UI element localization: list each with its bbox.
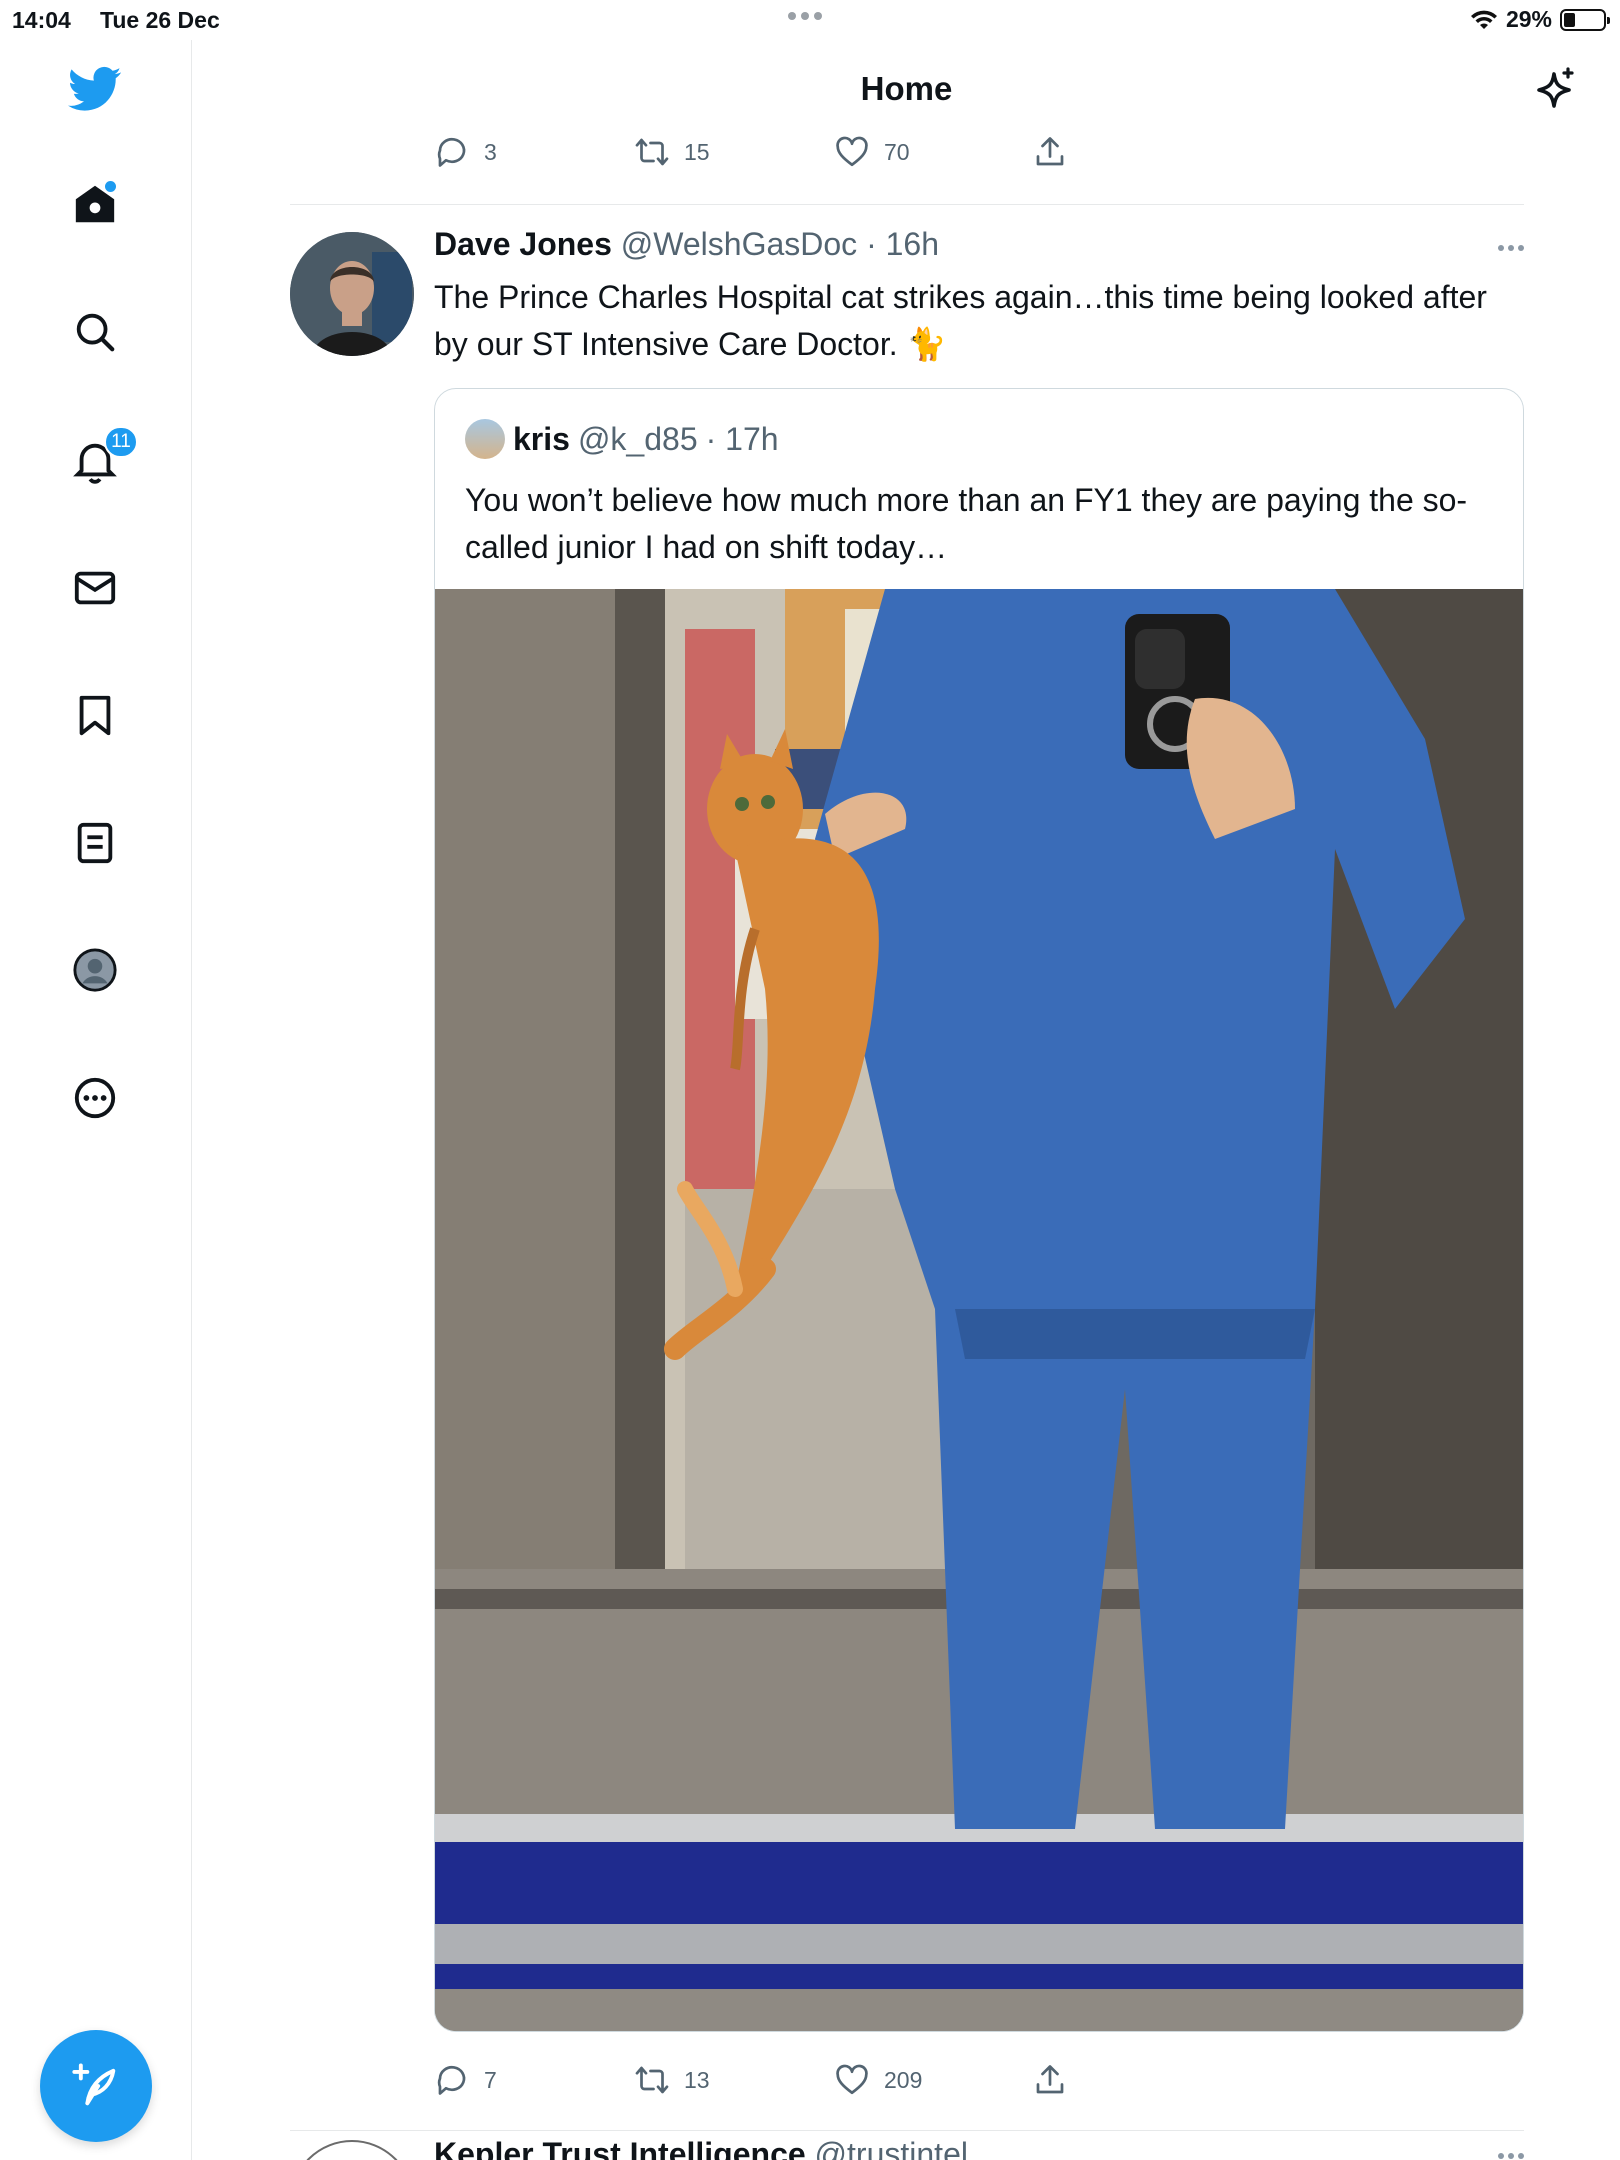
quoted-author-name: kris — [513, 420, 570, 457]
like-count: 209 — [884, 2066, 923, 2093]
sidebar-item-notifications[interactable]: 11 — [66, 426, 138, 490]
retweet-icon — [635, 2066, 669, 2094]
clock: 14:04 — [12, 7, 71, 33]
heart-icon — [836, 136, 868, 167]
tweet-photo[interactable] — [435, 589, 1523, 2031]
sidebar-item-profile[interactable] — [66, 941, 124, 999]
tweet-divider — [290, 204, 1524, 205]
tweet-header: Dave Jones @WelshGasDoc · 16h — [434, 226, 939, 263]
previous-tweet-actions: 3 15 70 — [434, 134, 1154, 178]
tweet-actions: 7 13 209 — [434, 2062, 1154, 2106]
share-button[interactable] — [1032, 134, 1068, 170]
sidebar-item-home[interactable] — [66, 175, 124, 233]
avatar[interactable] — [290, 232, 414, 356]
sparkle-icon[interactable] — [1524, 60, 1584, 120]
tweet-more-icon[interactable] — [1498, 245, 1524, 251]
author-handle[interactable]: @WelshGasDoc — [621, 226, 857, 262]
retweet-button[interactable]: 15 — [634, 134, 710, 170]
author-name[interactable]: Dave Jones — [434, 226, 612, 262]
search-icon — [76, 313, 115, 352]
compose-tweet-button[interactable] — [40, 2030, 152, 2142]
share-icon — [1036, 137, 1064, 166]
retweet-icon — [635, 138, 669, 166]
top-header: Home — [193, 40, 1620, 140]
date: Tue 26 Dec — [100, 7, 220, 33]
tweet-divider — [290, 2130, 1524, 2131]
like-button[interactable]: 209 — [834, 2062, 922, 2098]
wifi-icon — [1470, 10, 1497, 29]
quoted-tweet-time: · 17h — [705, 420, 779, 457]
reply-button[interactable]: 3 — [434, 134, 497, 170]
quoted-avatar — [465, 419, 505, 459]
mail-icon — [74, 571, 116, 605]
quoted-tweet-text: You won’t believe how much more than an … — [465, 482, 1468, 565]
retweet-count: 15 — [684, 138, 710, 165]
reply-count: 3 — [484, 138, 497, 165]
compose-feather-icon — [72, 2063, 116, 2106]
share-button[interactable] — [1032, 2062, 1068, 2098]
next-tweet-header: Kepler Trust Intelligence @trustintel — [434, 2136, 968, 2160]
share-icon — [1036, 2065, 1064, 2094]
notification-count-badge: 11 — [104, 426, 138, 458]
sidebar-item-bookmarks[interactable] — [66, 686, 124, 744]
page-title: Home — [860, 70, 953, 107]
heart-icon — [836, 2064, 868, 2095]
status-bar: 14:04 Tue 26 Dec 29% — [0, 0, 1620, 40]
sidebar-item-more[interactable] — [66, 1069, 124, 1127]
sidebar: 11 — [0, 40, 192, 2160]
battery-icon — [1560, 8, 1610, 31]
list-icon — [77, 822, 113, 864]
sidebar-item-lists[interactable] — [66, 814, 124, 872]
tweet-text: The Prince Charles Hospital cat strikes … — [434, 279, 1487, 362]
quoted-author-handle: @k_d85 — [577, 420, 698, 457]
next-author-handle[interactable]: @trustintel — [815, 2136, 968, 2160]
tweet-time[interactable]: · 16h — [866, 226, 939, 262]
more-circle-icon — [74, 1077, 116, 1119]
next-tweet-avatar[interactable] — [290, 2140, 414, 2160]
battery-percent: 29% — [1505, 6, 1552, 32]
avatar-icon — [73, 948, 117, 992]
multitasking-dots-icon[interactable] — [788, 12, 822, 20]
next-author-name[interactable]: Kepler Trust Intelligence — [434, 2136, 806, 2160]
reply-count: 7 — [484, 2066, 497, 2093]
bookmark-icon — [79, 695, 111, 736]
next-tweet-more-icon[interactable] — [1498, 2153, 1524, 2159]
quoted-tweet-header: kris @k_d85 · 17h — [465, 419, 779, 459]
reply-icon — [437, 2065, 466, 2095]
sidebar-item-messages[interactable] — [66, 559, 124, 617]
retweet-count: 13 — [684, 2066, 710, 2093]
quoted-tweet[interactable]: kris @k_d85 · 17h You won’t believe how … — [434, 388, 1524, 2032]
sidebar-item-search[interactable] — [66, 303, 124, 361]
reply-icon — [437, 137, 466, 167]
like-count: 70 — [884, 138, 910, 165]
twitter-logo-icon[interactable] — [66, 60, 124, 118]
reply-button[interactable]: 7 — [434, 2062, 497, 2098]
home-unread-dot — [105, 181, 116, 192]
like-button[interactable]: 70 — [834, 134, 910, 170]
retweet-button[interactable]: 13 — [634, 2062, 710, 2098]
